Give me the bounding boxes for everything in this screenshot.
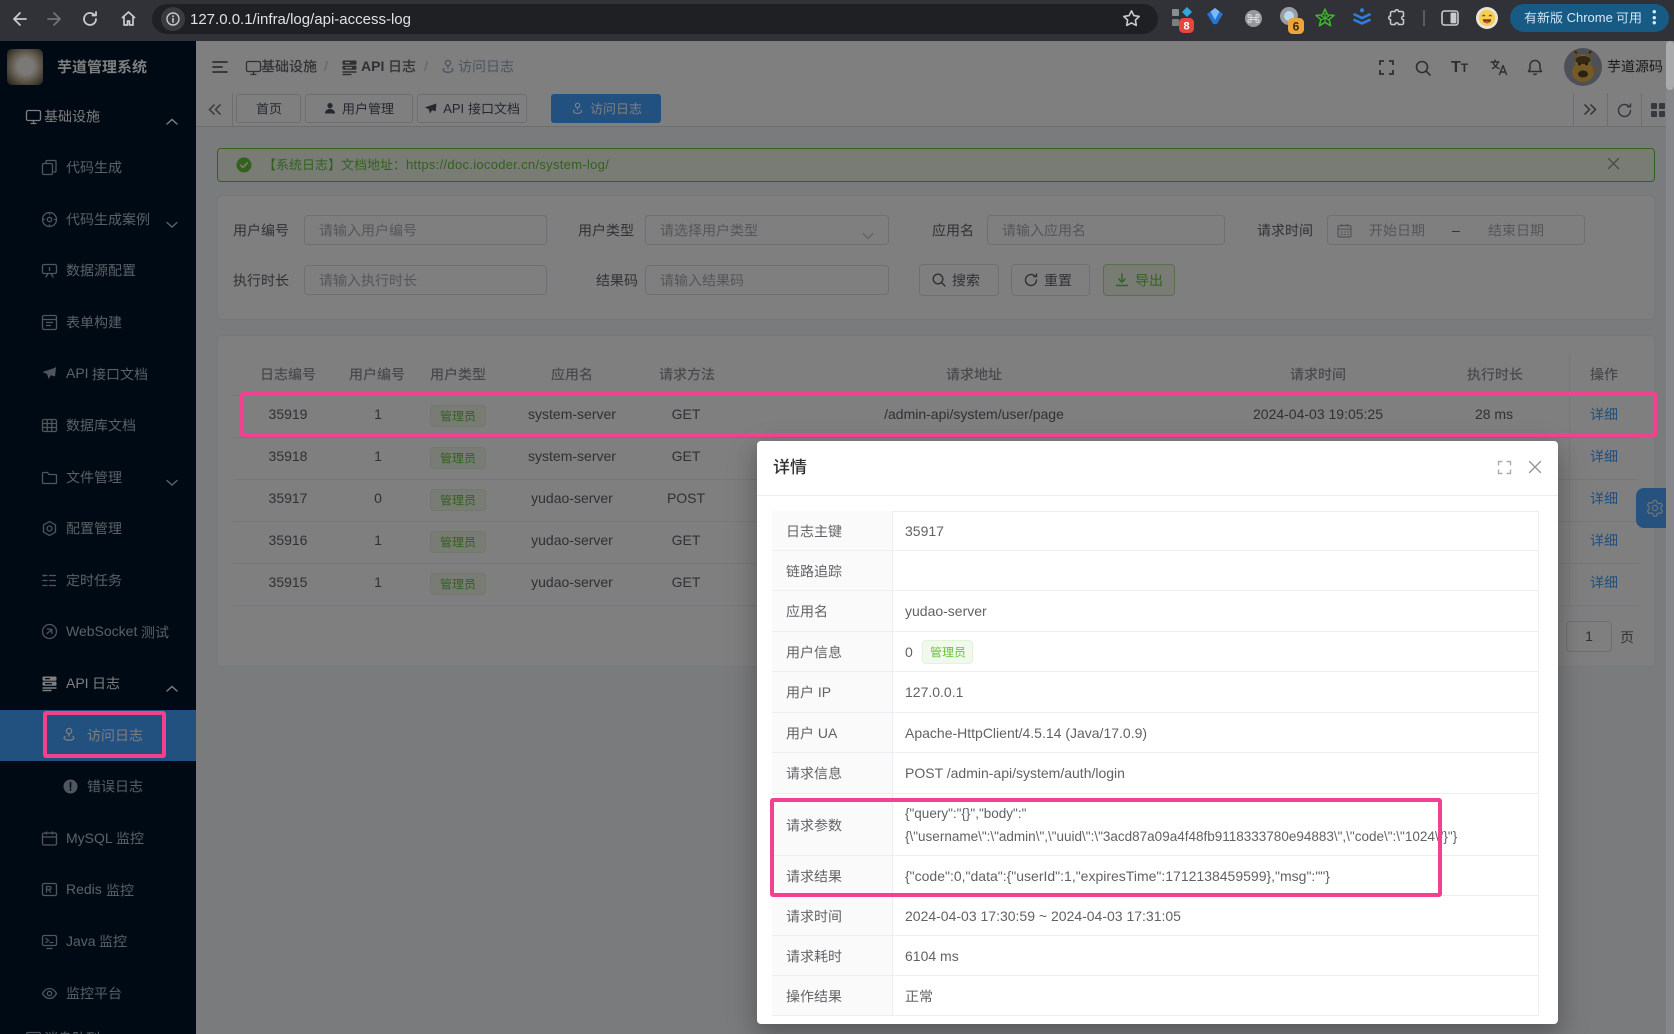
svg-text:8: 8 — [1183, 21, 1189, 33]
svg-text:6: 6 — [1293, 20, 1300, 34]
